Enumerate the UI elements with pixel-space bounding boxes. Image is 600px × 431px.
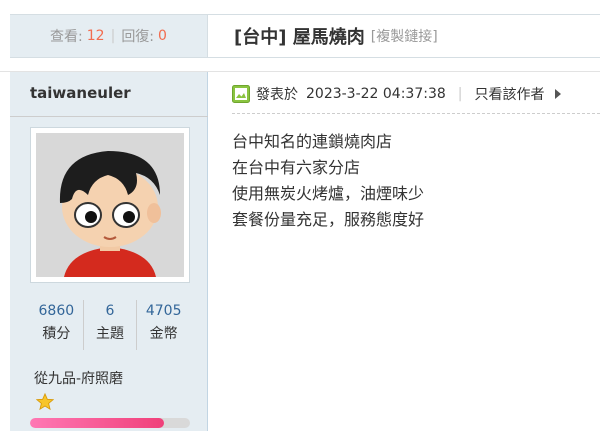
post-line: 在台中有六家分店 <box>232 158 361 177</box>
author-divider <box>10 116 208 117</box>
author-name[interactable]: taiwaneuler <box>30 84 131 102</box>
posted-label: 發表於 <box>256 87 298 103</box>
post-content: 台中知名的連鎖燒肉店 在台中有六家分店 使用無炭火烤爐，油煙味少 套餐份量充足，… <box>232 129 424 233</box>
author-only-link[interactable]: 只看該作者 <box>475 84 545 104</box>
cartoon-avatar-icon <box>36 133 184 277</box>
views-count: 12 <box>86 28 105 44</box>
replies-count: 0 <box>158 28 167 44</box>
views-label: 查看: <box>50 29 83 45</box>
stat-threads-label: 主題 <box>96 326 124 342</box>
stat-points-label: 積分 <box>42 326 71 342</box>
avatar[interactable] <box>30 127 190 283</box>
thread-title[interactable]: [台中] 屋馬燒肉 <box>234 23 365 49</box>
post-meta-separator: | <box>457 86 463 102</box>
stat-coins: 4705 金幣 <box>137 300 190 350</box>
post-line: 使用無炭火烤爐，油煙味少 <box>232 184 425 203</box>
level-progress-bar <box>30 418 190 428</box>
post-meta: 發表於 2023-3-22 04:37:38 | 只看該作者 <box>232 83 561 105</box>
green-post-icon <box>232 85 250 103</box>
posted-time: 2023-3-22 04:37:38 <box>306 86 446 102</box>
thread-title-bar: [台中] 屋馬燒肉 [複製鏈接] <box>208 14 600 58</box>
author-rank: 從九品-府照磨 <box>34 371 124 387</box>
post-divider <box>232 113 600 114</box>
thread-counters: 查看: 12 | 回復: 0 <box>10 14 208 58</box>
stat-coins-label: 金幣 <box>149 326 178 342</box>
stat-points: 6860 積分 <box>30 300 84 350</box>
stat-points-value[interactable]: 6860 <box>30 303 83 319</box>
avatar-image <box>36 133 184 277</box>
author-sidebar: taiwaneuler 6860 積分 6 主題 4705 金幣 從九品-府照磨 <box>10 72 208 431</box>
post-line: 台中知名的連鎖燒肉店 <box>232 132 393 151</box>
level-progress-fill <box>30 418 165 428</box>
author-stats: 6860 積分 6 主題 4705 金幣 <box>30 300 190 350</box>
stat-threads: 6 主題 <box>84 300 138 350</box>
copy-link-button[interactable]: [複製鏈接] <box>371 26 438 46</box>
replies-label: 回復: <box>121 29 155 45</box>
star-icon <box>36 393 54 411</box>
stat-threads-value[interactable]: 6 <box>84 303 137 319</box>
post-line: 套餐份量充足，服務態度好 <box>232 210 425 229</box>
stat-coins-value[interactable]: 4705 <box>137 303 190 319</box>
counter-separator: | <box>110 28 116 44</box>
thread-header: 查看: 12 | 回復: 0 [台中] 屋馬燒肉 [複製鏈接] <box>0 0 600 72</box>
arrow-right-icon[interactable] <box>554 89 561 99</box>
